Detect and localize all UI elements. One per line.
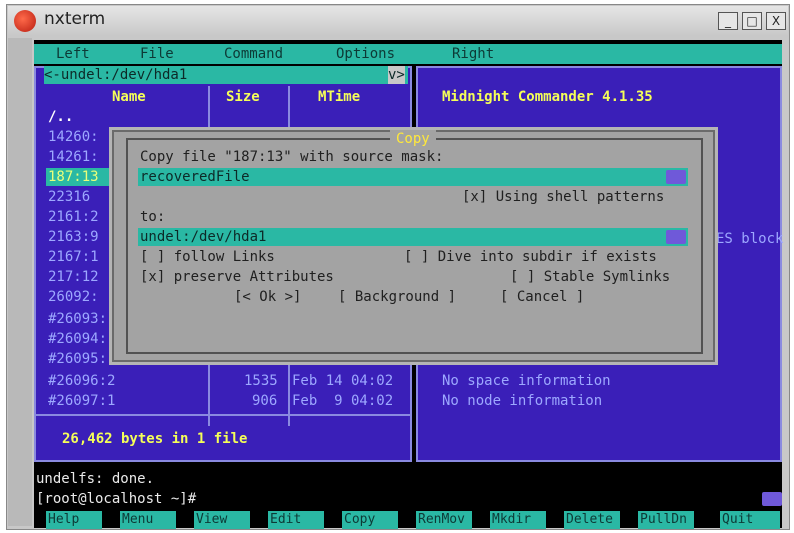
file-row[interactable]: #26093: xyxy=(48,310,107,328)
fkey-num: 4 xyxy=(258,512,267,528)
follow-links-checkbox[interactable]: [ ] follow Links xyxy=(140,248,275,266)
dialog-title: Copy xyxy=(390,130,436,148)
menu-options[interactable]: Options xyxy=(336,45,395,63)
file-row[interactable]: #26094: xyxy=(48,330,107,348)
file-row[interactable]: 217:12 xyxy=(48,268,99,286)
shell-prompt[interactable]: [root@localhost ~]# xyxy=(36,490,196,508)
file-row[interactable]: 2161:2 xyxy=(48,208,99,226)
file-row-selected[interactable]: 187:13 xyxy=(48,168,99,186)
col-header-name[interactable]: Name xyxy=(112,88,146,106)
file-row[interactable]: /.. xyxy=(48,108,73,126)
left-path[interactable]: <-undel:/dev/hda1 xyxy=(44,66,187,84)
fkey-menu-label[interactable]: Menu xyxy=(122,511,153,529)
title-bar[interactable] xyxy=(8,6,788,36)
col-header-mtime[interactable]: MTime xyxy=(318,88,360,106)
fkey-view-label[interactable]: View xyxy=(196,511,227,529)
file-row[interactable]: 14260: xyxy=(48,128,99,146)
dive-subdir-checkbox[interactable]: [ ] Dive into subdir if exists xyxy=(404,248,657,266)
file-row[interactable]: 26092: xyxy=(48,288,99,306)
cancel-button[interactable]: [ Cancel ] xyxy=(500,288,584,306)
menu-file[interactable]: File xyxy=(140,45,174,63)
panel-history-button[interactable]: v> xyxy=(388,66,405,84)
fkey-help-label[interactable]: Help xyxy=(48,511,79,529)
file-row[interactable]: #26095: xyxy=(48,350,107,368)
fkey-num: 3 xyxy=(184,512,193,528)
menu-command[interactable]: Command xyxy=(224,45,283,63)
menu-left[interactable]: Left xyxy=(56,45,90,63)
history-dropdown-icon[interactable] xyxy=(666,230,686,244)
fkey-delete-label[interactable]: Delete xyxy=(566,511,613,529)
file-row-mtime: Feb 9 04:02 xyxy=(292,393,394,409)
fkey-num: 1 xyxy=(36,512,45,528)
history-dropdown-icon[interactable] xyxy=(666,170,686,184)
destination-input[interactable]: undel:/dev/hda1 xyxy=(140,228,266,246)
fkey-pulldn-label[interactable]: PullDn xyxy=(640,511,687,529)
file-row-size: 1535 xyxy=(244,373,278,389)
source-mask-input[interactable]: recoveredFile xyxy=(140,168,250,186)
file-row[interactable]: 2167:1 xyxy=(48,248,99,266)
fkey-quit-label[interactable]: Quit xyxy=(722,511,753,529)
stable-symlinks-checkbox[interactable]: [ ] Stable Symlinks xyxy=(510,268,670,286)
file-row-mtime: Feb 14 04:02 xyxy=(292,373,394,389)
redhat-app-icon[interactable] xyxy=(14,10,36,32)
fkey-copy-label[interactable]: Copy xyxy=(344,511,375,529)
fkey-num: 8 xyxy=(554,512,563,528)
panel-divider xyxy=(36,414,410,416)
fkey-renmov-label[interactable]: RenMov xyxy=(418,511,465,529)
file-row-name[interactable]: #26096:2 xyxy=(48,372,115,390)
fkey-num: 2 xyxy=(110,512,119,528)
fkey-mkdir-label[interactable]: Mkdir xyxy=(492,511,531,529)
right-panel-clipped-text: ES block xyxy=(716,231,784,247)
file-row[interactable]: 2163:9 xyxy=(48,228,99,246)
fkey-num: 6 xyxy=(406,512,415,528)
file-row-size: 906 xyxy=(252,393,278,409)
fkey-num: 10 xyxy=(700,512,717,528)
copy-prompt: Copy file "187:13" with source mask: xyxy=(140,149,444,165)
menu-right[interactable]: Right xyxy=(452,45,494,63)
to-label: to: xyxy=(140,209,166,225)
node-info: No node information xyxy=(442,393,603,409)
close-button[interactable]: X xyxy=(766,12,786,30)
window-title: nxterm xyxy=(44,9,106,29)
minimize-button[interactable]: _ xyxy=(718,12,738,30)
file-row-name[interactable]: #26097:1 xyxy=(48,392,115,410)
history-dropdown-icon[interactable] xyxy=(762,492,782,506)
fkey-num: 9 xyxy=(628,512,637,528)
ok-button[interactable]: [< Ok >] xyxy=(234,288,301,306)
fkey-num: 5 xyxy=(332,512,341,528)
fkey-num: 7 xyxy=(480,512,489,528)
using-shell-patterns-checkbox[interactable]: [x] Using shell patterns xyxy=(462,188,664,206)
file-row[interactable]: 14261: xyxy=(48,148,99,166)
window-left-frame xyxy=(8,38,32,526)
file-row[interactable]: 22316 xyxy=(48,188,90,206)
background-button[interactable]: [ Background ] xyxy=(338,288,456,306)
left-panel-summary: 26,462 bytes in 1 file xyxy=(62,431,248,447)
right-panel-title: Midnight Commander 4.1.35 xyxy=(442,89,653,105)
maximize-button[interactable]: □ xyxy=(742,12,762,30)
fkey-edit-label[interactable]: Edit xyxy=(270,511,301,529)
col-header-size[interactable]: Size xyxy=(226,88,260,106)
preserve-attributes-checkbox[interactable]: [x] preserve Attributes xyxy=(140,268,334,286)
console-output: undelfs: done. xyxy=(36,471,155,487)
space-info: No space information xyxy=(442,373,611,389)
